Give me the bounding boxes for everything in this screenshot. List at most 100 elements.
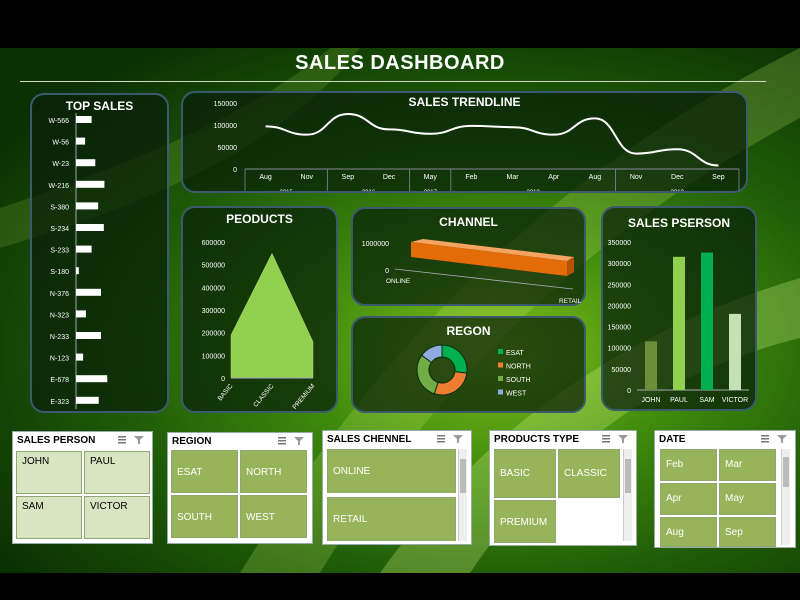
products-type-slicer[interactable]: PRODUCTS TYPE BASIC CLASSIC PREMIUM	[489, 430, 637, 546]
bar	[76, 353, 84, 361]
multi-select-icon	[437, 435, 445, 443]
slicer-title: DATE	[659, 434, 686, 445]
legend-swatch	[498, 349, 503, 354]
slicer-item-aug[interactable]: Aug	[660, 517, 717, 547]
slicer-item-apr[interactable]: Apr	[660, 483, 717, 515]
category-label: PAUL	[670, 397, 688, 404]
trend-line	[265, 112, 719, 167]
slicer-item-retail[interactable]: RETAIL	[327, 497, 456, 541]
y-tick-label: 200000	[202, 331, 225, 338]
slicer-item-north[interactable]: NORTH	[240, 450, 307, 493]
slicer-item-classic[interactable]: CLASSIC	[558, 449, 620, 498]
slicer-item-paul[interactable]: PAUL	[84, 451, 150, 494]
top-sales-chart: W-566 W-56 W-23 W-216 S-380 S-234 S-233 S-180 N-…	[49, 113, 108, 409]
month-label: Dec	[383, 174, 396, 181]
month-label: Mar	[507, 174, 520, 181]
legend-swatch	[498, 389, 503, 395]
slicer-scrollbar[interactable]	[458, 449, 467, 541]
donut-slice	[441, 344, 468, 374]
top-sales-panel: TOP SALES W-566 W-56 W-23 W-216 S-380 S-234 S-…	[30, 93, 169, 413]
y-tick-label: 300000	[608, 261, 631, 268]
y-tick-label: 150000	[608, 325, 631, 332]
products-chart: 600000 500000 400000 300000 200000 100000 0BAS…	[202, 240, 317, 411]
legend-label: NORTH	[506, 364, 531, 371]
year-label: 2018	[526, 190, 540, 191]
y-tick-label: 100000	[608, 346, 631, 353]
year-label: 2015	[279, 190, 293, 191]
category-label: N-233	[50, 334, 69, 341]
clear-filter-icon	[294, 437, 304, 445]
clear-filter-icon	[618, 435, 628, 443]
y-tick-label: 0	[627, 388, 631, 395]
scrollbar-thumb[interactable]	[625, 459, 631, 493]
slicer-item-victor[interactable]: VICTOR	[84, 496, 150, 539]
slicer-scrollbar[interactable]	[781, 449, 790, 545]
products-panel: PEODUCTS 600000 500000 400000 300000 200000 1…	[181, 206, 338, 413]
category-label: W-23	[52, 161, 69, 168]
month-label: Aug	[589, 174, 602, 181]
scrollbar-thumb[interactable]	[783, 457, 789, 487]
bar	[76, 396, 99, 404]
title-divider	[20, 81, 766, 82]
sales-person-slicer[interactable]: SALES PERSON JOHN PAUL SAM VICTOR	[12, 431, 153, 544]
legend-swatch	[498, 376, 503, 381]
donut-slice	[433, 371, 468, 396]
area-series	[230, 252, 314, 379]
slicer-scrollbar[interactable]	[623, 449, 632, 541]
y-tick-label: 0	[221, 376, 225, 383]
month-label: Dec	[671, 174, 684, 181]
slicer-icons	[278, 437, 304, 445]
donut-slice	[416, 354, 439, 395]
slicer-item-premium[interactable]: PREMIUM	[494, 500, 556, 543]
y-tick-label: 0	[385, 268, 389, 275]
bar	[701, 252, 713, 390]
region-panel: REGON ESAT NORTH SOUTH WEST	[351, 316, 586, 413]
date-slicer[interactable]: DATE Feb Mar Apr May Aug Sep	[654, 430, 796, 548]
y-tick-label: 300000	[202, 308, 225, 315]
bar	[76, 224, 104, 231]
region-slicer[interactable]: REGION ESAT NORTH SOUTH WEST	[167, 432, 313, 544]
slicer-title: REGION	[172, 436, 212, 447]
y-tick-label: 500000	[202, 263, 225, 270]
category-label: ONLINE	[386, 278, 411, 285]
bar	[76, 159, 96, 167]
slicer-item-feb[interactable]: Feb	[660, 449, 717, 481]
slicer-item-online[interactable]: ONLINE	[327, 449, 456, 493]
bar	[645, 341, 657, 390]
slicer-item-west[interactable]: WEST	[240, 495, 307, 538]
slicer-item-basic[interactable]: BASIC	[494, 449, 556, 498]
legend-label: WEST	[506, 391, 527, 398]
legend-label: ESAT	[506, 350, 524, 357]
slicer-item-may[interactable]: May	[719, 483, 776, 515]
y-tick-label: 1000000	[362, 241, 389, 248]
multi-select-icon	[761, 435, 769, 443]
legend-swatch	[498, 362, 503, 368]
slicer-item-esat[interactable]: ESAT	[171, 450, 238, 493]
slicer-item-sam[interactable]: SAM	[16, 496, 82, 539]
category-label: VICTOR	[722, 397, 748, 404]
month-label: Nov	[630, 174, 643, 181]
y-tick-label: 0	[233, 167, 237, 174]
sales-channel-slicer[interactable]: SALES CHENNEL ONLINE RETAIL	[322, 430, 472, 545]
y-tick-label: 100000	[202, 353, 225, 360]
y-tick-label: 150000	[214, 101, 237, 108]
slicer-item-sep[interactable]: Sep	[719, 517, 776, 547]
bar	[76, 116, 92, 123]
scrollbar-thumb[interactable]	[460, 459, 466, 493]
month-label: Sep	[712, 174, 725, 181]
category-label: JOHN	[641, 397, 660, 404]
clear-filter-icon	[453, 435, 463, 443]
sales-trendline-panel: SALES TRENDLINE 150000 100000 50000 0 Aug Nov…	[181, 91, 748, 193]
slicer-item-john[interactable]: JOHN	[16, 451, 82, 494]
bar	[76, 332, 101, 339]
channel-panel: CHANNEL 1000000 0 ONLINE RETAIL	[351, 207, 586, 306]
y-tick-label: 350000	[608, 240, 631, 247]
multi-select-icon	[602, 435, 610, 443]
year-label: 2017	[424, 190, 438, 191]
slicer-item-mar[interactable]: Mar	[719, 449, 776, 481]
clear-filter-icon	[777, 435, 787, 443]
bar	[673, 256, 685, 390]
slicer-item-south[interactable]: SOUTH	[171, 495, 238, 538]
y-tick-label: 100000	[214, 123, 237, 130]
bar	[76, 202, 99, 210]
